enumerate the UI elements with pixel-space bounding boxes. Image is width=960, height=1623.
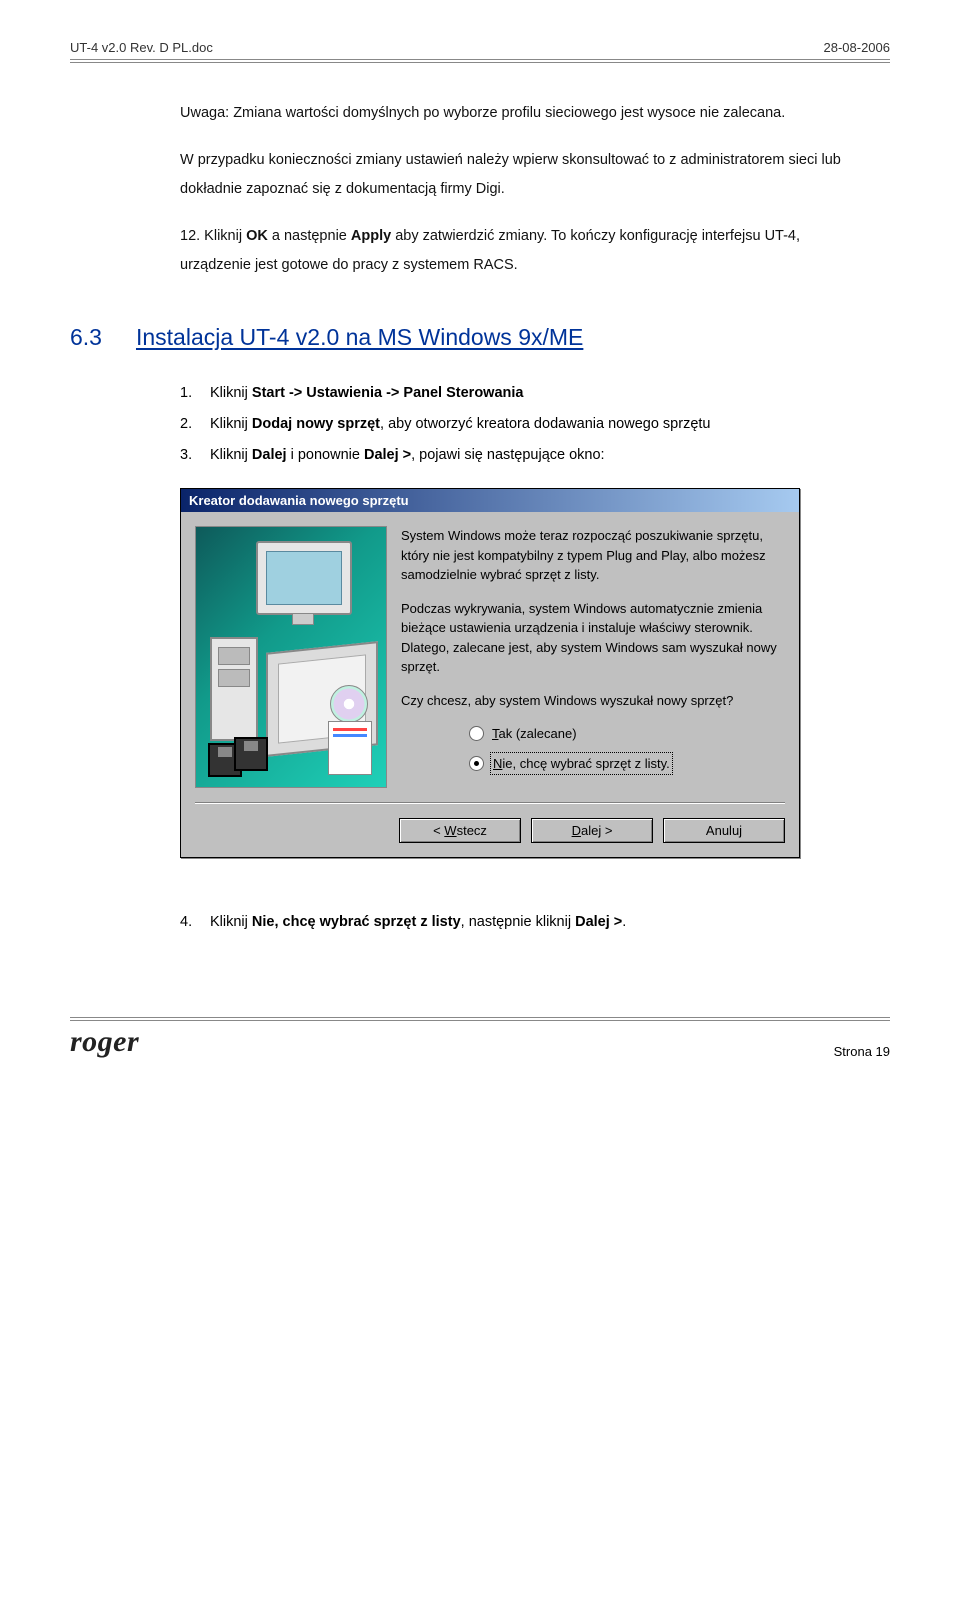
dialog-text: System Windows może teraz rozpocząć posz…	[401, 526, 785, 585]
radio-icon	[469, 756, 484, 771]
radio-label: Tak (zalecane)	[492, 724, 577, 744]
header-right: 28-08-2006	[824, 40, 891, 55]
radio-option-yes[interactable]: Tak (zalecane)	[469, 724, 785, 744]
brand-logo: roger	[70, 1025, 139, 1059]
section-number: 6.3	[70, 324, 102, 351]
text: Kliknij	[210, 447, 252, 463]
list-item: 3. Kliknij Dalej i ponownie Dalej >, poj…	[180, 441, 870, 470]
tower-icon	[210, 637, 258, 741]
next-label: Dalej >	[575, 914, 622, 930]
warning-paragraph: Uwaga: Zmiana wartości domyślnych po wyb…	[180, 99, 870, 128]
monitor-icon	[256, 541, 352, 615]
menu-path: Start -> Ustawienia -> Panel Sterowania	[252, 385, 524, 401]
item-text: Kliknij Start -> Ustawienia -> Panel Ste…	[210, 379, 870, 408]
item-number: 3.	[180, 441, 200, 470]
text: Kliknij	[210, 914, 252, 930]
ok-label: OK	[246, 228, 268, 244]
section-heading: 6.3 Instalacja UT-4 v2.0 na MS Windows 9…	[70, 324, 890, 351]
item-text: Kliknij Dodaj nowy sprzęt, aby otworzyć …	[210, 410, 870, 439]
text: , następnie kliknij	[461, 914, 575, 930]
item-number: 1.	[180, 379, 200, 408]
step-12-paragraph: 12. Kliknij OK a następnie Apply aby zat…	[180, 222, 870, 280]
radio-icon	[469, 726, 484, 741]
text: , pojawi się następujące okno:	[411, 447, 604, 463]
header-rule	[70, 59, 890, 63]
page-footer: roger Strona 19	[70, 1021, 890, 1059]
list-item: 4. Kliknij Nie, chcę wybrać sprzęt z lis…	[180, 908, 890, 937]
header-left: UT-4 v2.0 Rev. D PL.doc	[70, 40, 213, 55]
floppy-icon	[234, 737, 268, 771]
next-label: Dalej >	[364, 447, 411, 463]
page-header: UT-4 v2.0 Rev. D PL.doc 28-08-2006	[70, 40, 890, 59]
add-hardware-label: Dodaj nowy sprzęt	[252, 416, 380, 432]
page-number: Strona 19	[834, 1044, 890, 1059]
back-button[interactable]: < Wstecz	[399, 818, 521, 843]
add-hardware-wizard-dialog: Kreator dodawania nowego sprzętu System …	[180, 488, 800, 858]
radio-option-no[interactable]: Nie, chcę wybrać sprzęt z listy.	[469, 754, 785, 774]
section-title: Instalacja UT-4 v2.0 na MS Windows 9x/ME	[136, 324, 583, 351]
document-icon	[328, 721, 372, 775]
item-number: 4.	[180, 908, 200, 937]
next-label: Dalej	[252, 447, 287, 463]
apply-label: Apply	[351, 228, 391, 244]
next-button[interactable]: Dalej >	[531, 818, 653, 843]
item-number: 2.	[180, 410, 200, 439]
text: .	[622, 914, 626, 930]
choose-from-list-label: Nie, chcę wybrać sprzęt z listy	[252, 914, 461, 930]
text: , aby otworzyć kreatora dodawania nowego…	[380, 416, 710, 432]
list-item: 1. Kliknij Start -> Ustawienia -> Panel …	[180, 379, 870, 408]
text: 12. Kliknij	[180, 228, 246, 244]
text: a następnie	[268, 228, 351, 244]
dialog-text: Podczas wykrywania, system Windows autom…	[401, 599, 785, 677]
advice-paragraph: W przypadku konieczności zmiany ustawień…	[180, 146, 870, 204]
text: i ponownie	[287, 447, 364, 463]
cancel-button[interactable]: Anuluj	[663, 818, 785, 843]
list-item: 2. Kliknij Dodaj nowy sprzęt, aby otworz…	[180, 410, 870, 439]
radio-label: Nie, chcę wybrać sprzęt z listy.	[492, 754, 671, 774]
text: Kliknij	[210, 385, 252, 401]
dialog-question: Czy chcesz, aby system Windows wyszukał …	[401, 691, 785, 711]
wizard-illustration	[195, 526, 387, 788]
item-text: Kliknij Nie, chcę wybrać sprzęt z listy,…	[210, 908, 626, 937]
item-text: Kliknij Dalej i ponownie Dalej >, pojawi…	[210, 441, 870, 470]
dialog-titlebar: Kreator dodawania nowego sprzętu	[181, 489, 799, 512]
text: Kliknij	[210, 416, 252, 432]
monitor-stand-icon	[292, 613, 314, 625]
cd-icon	[330, 685, 368, 723]
